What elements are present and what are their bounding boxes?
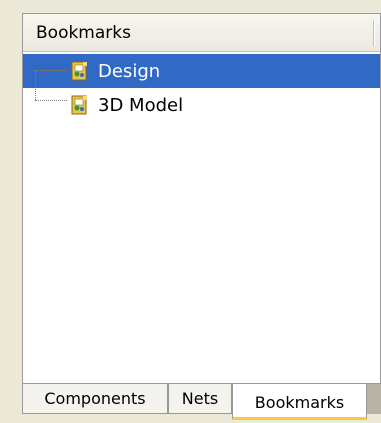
panel-header-title: Bookmarks — [36, 23, 131, 43]
tab-components[interactable]: Components — [22, 384, 168, 414]
tree-item-3d-model[interactable]: 3D Model — [23, 88, 380, 122]
panel-tab-strip: Components Nets Bookmarks — [22, 384, 381, 423]
tab-nets[interactable]: Nets — [168, 384, 232, 414]
tree-item-label: 3D Model — [98, 95, 184, 116]
tree-connector-line — [35, 70, 67, 71]
tree-item-label: Design — [98, 61, 161, 82]
document-icon — [71, 95, 87, 115]
bookmarks-window: Bookmarks Design 3D Model Components Net… — [0, 0, 381, 423]
document-icon — [71, 61, 87, 81]
bookmarks-tree: Design 3D Model — [23, 54, 380, 122]
tab-strip-filler — [367, 384, 381, 414]
panel-header[interactable]: Bookmarks — [23, 14, 380, 52]
tree-connector-line — [35, 70, 36, 100]
tab-bookmarks[interactable]: Bookmarks — [232, 384, 367, 420]
header-column-divider[interactable] — [373, 20, 375, 46]
bookmarks-panel: Bookmarks Design 3D Model — [22, 13, 381, 384]
tree-connector-line — [35, 100, 67, 101]
tree-item-design[interactable]: Design — [23, 54, 380, 88]
